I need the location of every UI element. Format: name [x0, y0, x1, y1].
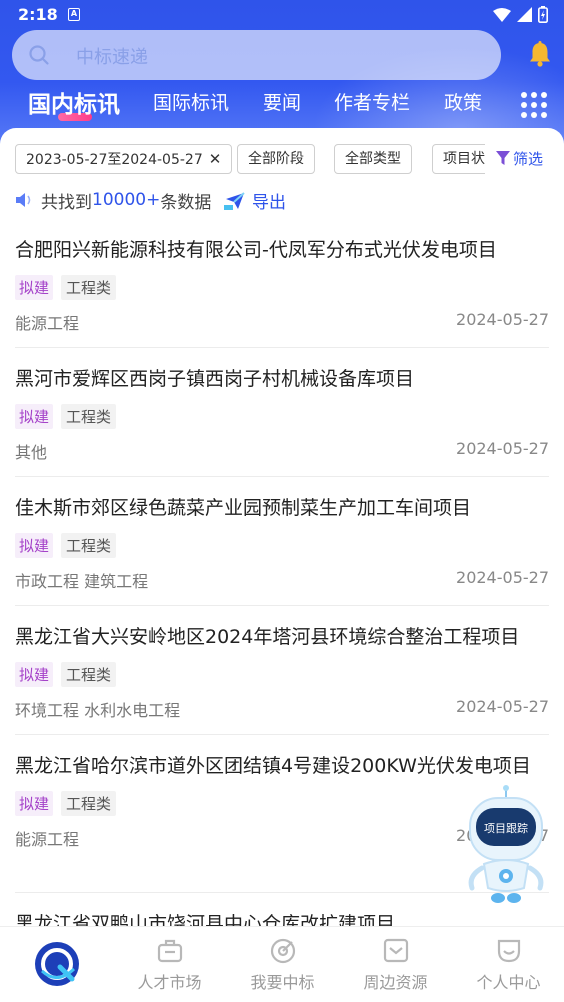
battery-icon	[538, 6, 548, 23]
item-date: 2024-05-27	[456, 568, 549, 587]
item-tags: 拟建 工程类	[15, 662, 549, 687]
date-range-label: 2023-05-27至2024-05-27	[26, 152, 203, 168]
project-tracking-robot[interactable]: 项目跟踪	[464, 784, 554, 906]
speaker-icon	[16, 193, 31, 207]
result-suffix: 条数据	[160, 192, 212, 213]
tab-policy[interactable]: 政策	[444, 88, 482, 115]
status-tag: 拟建	[15, 791, 54, 816]
bell-icon[interactable]	[526, 40, 554, 68]
item-meta: 环境工程 水利水电工程 2024-05-27	[15, 697, 549, 721]
type-tag: 工程类	[61, 404, 117, 429]
search-input[interactable]: 中标速递	[12, 30, 501, 80]
wifi-icon	[493, 7, 511, 22]
status-tag: 拟建	[15, 662, 54, 687]
item-meta: 市政工程 建筑工程 2024-05-27	[15, 568, 549, 592]
category-tabs: 国内标讯 国际标讯 要闻 作者专栏 政策	[0, 88, 564, 128]
stage-filter-chip[interactable]: 全部阶段	[237, 144, 315, 174]
nav-personal-center[interactable]: 个人中心	[452, 935, 564, 993]
tab-international[interactable]: 国际标讯	[153, 88, 229, 115]
item-tags: 拟建 工程类	[15, 533, 549, 558]
export-icon	[224, 191, 245, 210]
filter-button[interactable]: 筛选	[496, 148, 543, 169]
home-logo-icon[interactable]	[34, 941, 80, 987]
item-date: 2024-05-27	[456, 310, 549, 329]
notification-a-icon: A	[68, 8, 80, 21]
list-item[interactable]: 黑龙江省大兴安岭地区2024年塔河县环境综合整治工程项目 拟建 工程类 环境工程…	[15, 606, 549, 735]
item-tags: 拟建 工程类	[15, 275, 549, 300]
item-title: 黑河市爱辉区西岗子镇西岗子村机械设备库项目	[15, 368, 415, 390]
date-range-chip[interactable]: 2023-05-27至2024-05-27 ✕	[15, 144, 233, 174]
more-categories-icon[interactable]	[521, 92, 547, 118]
target-icon	[270, 938, 295, 964]
export-button[interactable]: 导出	[224, 188, 286, 213]
item-meta: 其他 2024-05-27	[15, 439, 549, 463]
list-item[interactable]: 佳木斯市郊区绿色蔬菜产业园预制菜生产加工车间项目 拟建 工程类 市政工程 建筑工…	[15, 477, 549, 606]
result-prefix: 共找到	[41, 192, 92, 213]
item-title: 合肥阳兴新能源科技有限公司-代凤军分布式光伏发电项目	[15, 239, 497, 261]
robot-label: 项目跟踪	[484, 821, 528, 835]
item-category: 其他	[15, 443, 48, 462]
nav-talent-market[interactable]: 人才市场	[113, 935, 226, 993]
bottom-nav: 人才市场 我要中标 周边资源 个人中心	[0, 926, 564, 1002]
type-tag: 工程类	[61, 791, 117, 816]
filter-icon	[496, 151, 510, 165]
search-icon	[29, 45, 49, 65]
clear-date-icon[interactable]: ✕	[209, 150, 222, 168]
nav-label: 个人中心	[476, 973, 541, 992]
filter-label: 筛选	[513, 150, 544, 168]
item-category: 环境工程 水利水电工程	[15, 701, 181, 720]
inbox-icon	[383, 938, 408, 963]
status-time: 2:18	[18, 5, 58, 24]
briefcase-icon	[157, 939, 182, 963]
nav-label: 人才市场	[137, 973, 202, 992]
type-tag: 工程类	[61, 662, 117, 687]
item-tags: 拟建 工程类	[15, 404, 549, 429]
item-category: 市政工程 建筑工程	[15, 572, 149, 591]
tab-author-column[interactable]: 作者专栏	[334, 88, 410, 115]
item-date: 2024-05-27	[456, 697, 549, 716]
list-item[interactable]: 合肥阳兴新能源科技有限公司-代凤军分布式光伏发电项目 拟建 工程类 能源工程 2…	[15, 218, 549, 348]
result-count: 共找到 10000+ 条数据	[15, 188, 212, 213]
tab-domestic[interactable]: 国内标讯	[28, 85, 120, 119]
item-date: 2024-05-27	[456, 439, 549, 458]
result-number: 10000+	[92, 190, 161, 210]
list-item[interactable]: 黑河市爱辉区西岗子镇西岗子村机械设备库项目 拟建 工程类 其他 2024-05-…	[15, 348, 549, 477]
export-label: 导出	[252, 193, 286, 213]
signal-icon	[517, 7, 532, 22]
type-tag: 工程类	[61, 275, 117, 300]
tab-news[interactable]: 要闻	[263, 88, 301, 115]
nav-label: 我要中标	[250, 973, 315, 992]
item-category: 能源工程	[15, 830, 80, 849]
status-icons	[493, 6, 548, 23]
item-title: 黑龙江省哈尔滨市道外区团结镇4号建设200KW光伏发电项目	[15, 755, 531, 777]
type-filter-chip[interactable]: 全部类型	[334, 144, 412, 174]
search-placeholder: 中标速递	[76, 47, 148, 68]
status-tag: 拟建	[15, 275, 54, 300]
item-title: 佳木斯市郊区绿色蔬菜产业园预制菜生产加工车间项目	[15, 497, 472, 519]
robot-icon: 项目跟踪	[468, 785, 544, 903]
filter-bar: 2023-05-27至2024-05-27 ✕ 全部阶段 全部类型 项目状	[15, 144, 485, 174]
status-tag: 拟建	[15, 404, 54, 429]
nav-nearby-resources[interactable]: 周边资源	[339, 935, 452, 993]
nav-win-bid[interactable]: 我要中标	[226, 935, 339, 993]
status-bar: 2:18 A	[0, 0, 564, 30]
nav-label: 周边资源	[363, 973, 428, 992]
item-title: 黑龙江省大兴安岭地区2024年塔河县环境综合整治工程项目	[15, 626, 520, 648]
status-tag: 拟建	[15, 533, 54, 558]
project-status-chip[interactable]: 项目状	[432, 144, 485, 174]
type-tag: 工程类	[61, 533, 117, 558]
profile-icon	[497, 939, 520, 963]
item-meta: 能源工程 2024-05-27	[15, 310, 549, 334]
item-category: 能源工程	[15, 314, 80, 333]
